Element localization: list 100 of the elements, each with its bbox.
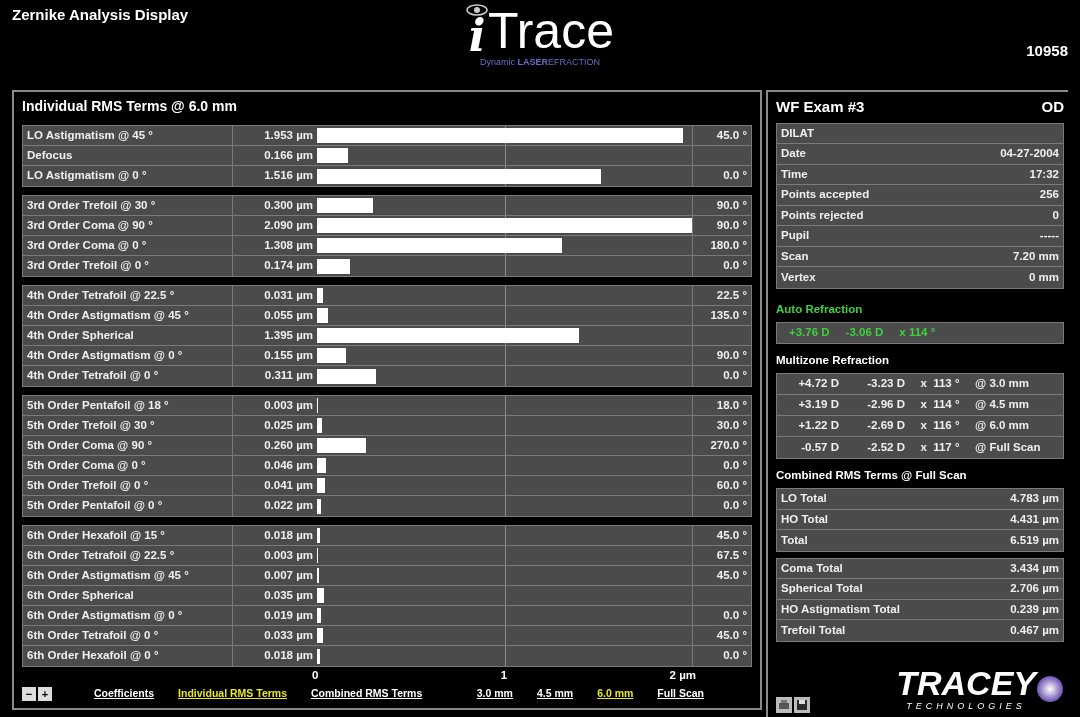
term-angle: 0.0 ° — [722, 498, 748, 514]
section-title: Combined RMS Terms @ Full Scan — [776, 468, 968, 483]
info-label: Points accepted — [781, 187, 870, 203]
refraction-value: -2.69 D — [866, 418, 905, 434]
term-name: 6th Order Hexafoil @ 0 ° — [23, 646, 233, 666]
print-button[interactable] — [776, 697, 792, 713]
info-label: Date — [781, 146, 806, 162]
term-angle: 45.0 ° — [715, 567, 748, 583]
info-value: 0 mm — [1028, 269, 1059, 285]
total-label: LO Total — [781, 491, 827, 507]
term-angle: 135.0 ° — [709, 307, 748, 323]
term-value: 1.516 µm — [263, 168, 314, 184]
view-link[interactable]: Combined RMS Terms — [311, 686, 423, 702]
term-name: 5th Order Coma @ 90 ° — [23, 436, 233, 455]
term-angle: 0.0 ° — [722, 457, 748, 473]
refraction-value: -2.52 D — [866, 439, 905, 455]
term-value: 0.035 µm — [263, 587, 314, 603]
zone-link[interactable]: 4.5 mm — [536, 686, 574, 702]
panel-title: Individual RMS Terms @ 6.0 mm — [22, 97, 238, 116]
total-label: Coma Total — [781, 560, 843, 576]
term-angle: 0.0 ° — [722, 607, 748, 623]
term-angle: 45.0 ° — [715, 127, 748, 143]
term-value: 0.018 µm — [263, 648, 314, 664]
term-name: 5th Order Pentafoil @ 0 ° — [23, 496, 233, 516]
term-value: 0.174 µm — [263, 258, 314, 274]
brand-subtitle: TECHNOLOGIES — [906, 699, 1026, 713]
term-name: 4th Order Tetrafoil @ 22.5 ° — [23, 286, 233, 305]
term-name: LO Astigmatism @ 0 ° — [23, 166, 233, 186]
refraction-value: x 117 ° — [919, 439, 961, 455]
term-name: 6th Order Hexafoil @ 15 ° — [23, 526, 233, 545]
term-value: 0.019 µm — [263, 607, 314, 623]
exam-title: WF Exam #3 — [776, 97, 865, 117]
term-name: 3rd Order Trefoil @ 0 ° — [23, 256, 233, 276]
term-angle: 0.0 ° — [722, 168, 748, 184]
printer-icon — [778, 699, 790, 711]
term-value: 0.311 µm — [263, 368, 314, 384]
term-name: 5th Order Trefoil @ 30 ° — [23, 416, 233, 435]
total-value: 4.431 µm — [1010, 511, 1059, 527]
term-name: 6th Order Spherical — [23, 586, 233, 605]
refraction-value: +1.22 D — [797, 418, 839, 434]
info-label: Vertex — [781, 269, 816, 285]
view-link[interactable]: Individual RMS Terms — [178, 686, 287, 702]
term-value: 0.300 µm — [263, 197, 314, 213]
term-name: 4th Order Astigmatism @ 0 ° — [23, 346, 233, 365]
info-label: DILAT — [781, 125, 814, 141]
info-value: 256 — [1039, 187, 1059, 203]
zoom-out-button[interactable]: − — [22, 687, 36, 702]
logo-letter: i — [468, 16, 486, 56]
info-value: 04-27-2004 — [1000, 146, 1059, 162]
zoom-in-button[interactable]: + — [38, 687, 52, 702]
term-name: Defocus — [23, 146, 233, 165]
term-angle: 0.0 ° — [722, 258, 748, 274]
zone-link[interactable]: 3.0 mm — [476, 686, 513, 702]
term-value: 0.046 µm — [263, 457, 314, 473]
term-value: 0.041 µm — [263, 477, 314, 493]
zone-link[interactable]: Full Scan — [657, 686, 704, 702]
total-value: 3.434 µm — [1010, 560, 1059, 576]
term-value: 0.018 µm — [263, 527, 314, 543]
term-value: 0.166 µm — [263, 147, 314, 163]
total-label: Spherical Total — [781, 581, 863, 597]
term-value: 1.308 µm — [263, 237, 314, 253]
total-label: Total — [781, 532, 808, 548]
refraction-value: x 114 ° — [919, 397, 961, 413]
axis-tick: 1 — [500, 668, 508, 683]
term-name: 3rd Order Coma @ 0 ° — [23, 236, 233, 255]
refraction-value: x 116 ° — [919, 418, 961, 434]
view-link[interactable]: Coefficients — [94, 686, 155, 702]
term-value: 0.260 µm — [263, 437, 314, 453]
axis-tick: 0 — [312, 668, 319, 683]
term-name: 4th Order Tetrafoil @ 0 ° — [23, 366, 233, 386]
info-value: 7.20 mm — [1012, 248, 1059, 264]
term-value: 0.155 µm — [263, 347, 314, 363]
brand-name: TRACEY — [896, 665, 1036, 700]
info-label: Time — [781, 166, 808, 182]
term-angle: 90.0 ° — [715, 217, 748, 233]
term-name: 6th Order Tetrafoil @ 0 ° — [23, 626, 233, 645]
term-angle: 67.5 ° — [715, 547, 748, 563]
term-name: 3rd Order Trefoil @ 30 ° — [23, 196, 233, 215]
total-label: Trefoil Total — [781, 622, 846, 638]
total-value: 6.519 µm — [1010, 532, 1059, 548]
refraction-value: @ 3.0 mm — [975, 376, 1031, 392]
refraction-value: +4.72 D — [797, 376, 839, 392]
logo-tagline: Dynamic LASEREFRACTION — [479, 56, 600, 69]
info-value: 17:32 — [1029, 166, 1059, 182]
info-label: Scan — [781, 248, 809, 264]
globe-logo-icon — [1036, 675, 1064, 704]
term-value: 1.395 µm — [263, 327, 314, 343]
term-value: 1.953 µm — [263, 127, 314, 143]
term-angle: 270.0 ° — [709, 437, 748, 453]
term-value: 0.003 µm — [263, 547, 314, 563]
refraction-value: x 114 ° — [899, 325, 936, 341]
term-angle: 45.0 ° — [715, 627, 748, 643]
refraction-value: -3.06 D — [845, 325, 884, 341]
total-value: 0.467 µm — [1010, 622, 1059, 638]
zone-link[interactable]: 6.0 mm — [597, 686, 634, 702]
save-button[interactable] — [794, 697, 810, 713]
term-value: 0.033 µm — [263, 627, 314, 643]
term-value: 0.007 µm — [263, 567, 314, 583]
refraction-value: -0.57 D — [800, 439, 839, 455]
refraction-value: @ 6.0 mm — [975, 418, 1031, 434]
